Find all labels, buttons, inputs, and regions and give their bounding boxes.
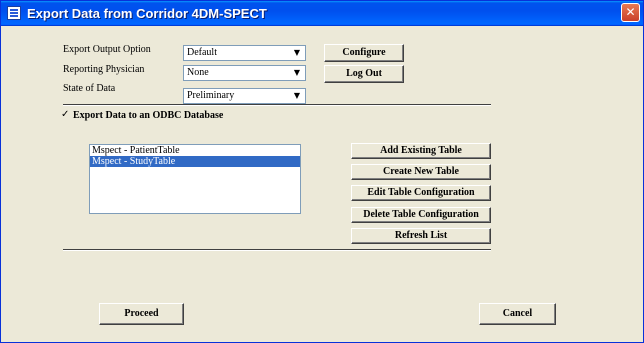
- chevron-down-icon[interactable]: ▼: [290, 47, 304, 59]
- cancel-button[interactable]: Cancel: [479, 303, 556, 325]
- table-list[interactable]: Mspect - PatientTable Mspect - StudyTabl…: [89, 144, 301, 214]
- state-of-data-select[interactable]: Preliminary ▼: [183, 88, 306, 104]
- add-existing-table-button[interactable]: Add Existing Table: [351, 143, 491, 159]
- close-icon[interactable]: ✕: [621, 3, 640, 22]
- app-icon: [7, 6, 21, 20]
- chevron-down-icon[interactable]: ▼: [290, 67, 304, 79]
- create-new-table-button[interactable]: Create New Table: [351, 164, 491, 180]
- state-of-data-value: Preliminary: [187, 90, 235, 101]
- edit-table-configuration-button[interactable]: Edit Table Configuration: [351, 185, 491, 201]
- chevron-down-icon[interactable]: ▼: [290, 90, 304, 102]
- export-output-option-value: Default: [187, 47, 217, 58]
- export-dialog: Export Data from Corridor 4DM-SPECT ✕ Ex…: [0, 0, 644, 343]
- refresh-list-button[interactable]: Refresh List: [351, 228, 491, 244]
- separator-top: [63, 104, 491, 106]
- configure-button[interactable]: Configure: [324, 44, 404, 62]
- export-output-option-label: Export Output Option: [63, 44, 151, 55]
- title-bar[interactable]: Export Data from Corridor 4DM-SPECT ✕: [1, 1, 643, 26]
- separator-bottom: [63, 249, 491, 251]
- odbc-checkbox-label[interactable]: Export Data to an ODBC Database: [73, 110, 223, 121]
- list-item[interactable]: Mspect - PatientTable: [90, 145, 300, 156]
- odbc-checkbox[interactable]: ✓: [61, 109, 69, 120]
- log-out-button[interactable]: Log Out: [324, 65, 404, 83]
- window-title: Export Data from Corridor 4DM-SPECT: [27, 6, 267, 21]
- proceed-button[interactable]: Proceed: [99, 303, 184, 325]
- reporting-physician-label: Reporting Physician: [63, 64, 145, 75]
- export-output-option-select[interactable]: Default ▼: [183, 45, 306, 61]
- state-of-data-label: State of Data: [63, 83, 116, 94]
- list-item[interactable]: Mspect - StudyTable: [90, 156, 300, 167]
- reporting-physician-select[interactable]: None ▼: [183, 65, 306, 81]
- delete-table-configuration-button[interactable]: Delete Table Configuration: [351, 207, 491, 223]
- reporting-physician-value: None: [187, 67, 209, 78]
